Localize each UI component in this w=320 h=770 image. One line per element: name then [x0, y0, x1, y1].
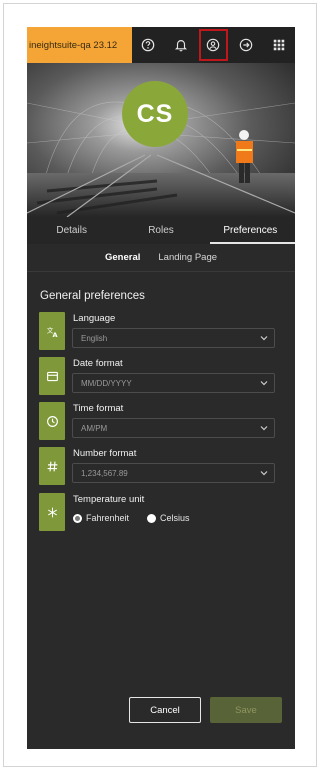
celsius-label[interactable]: Celsius — [160, 513, 190, 523]
user-profile-icon[interactable] — [197, 27, 230, 63]
chevron-down-icon — [260, 336, 268, 341]
chevron-down-icon — [260, 426, 268, 431]
save-button[interactable]: Save — [210, 697, 282, 723]
top-bar: ineightsuite-qa 23.12 — [27, 27, 295, 63]
cancel-button[interactable]: Cancel — [129, 697, 201, 723]
language-value: English — [81, 334, 108, 343]
help-icon[interactable] — [132, 27, 165, 63]
chevron-down-icon — [260, 381, 268, 386]
language-select[interactable]: English — [72, 328, 275, 348]
number-format-select[interactable]: 1,234,567.89 — [72, 463, 275, 483]
chevron-down-icon — [260, 471, 268, 476]
time-format-preference: Time format AM/PM — [39, 402, 285, 442]
number-format-preference: Number format 1,234,567.89 — [39, 447, 285, 487]
date-format-preference: Date format MM/DD/YYYY — [39, 357, 285, 397]
profile-banner-image: CS — [27, 63, 295, 217]
celsius-radio[interactable] — [147, 513, 157, 523]
date-format-label: Date format — [73, 358, 123, 369]
number-format-value: 1,234,567.89 — [81, 469, 128, 478]
preference-subtabs: General Landing Page — [27, 244, 295, 272]
logout-icon[interactable] — [230, 27, 263, 63]
apps-grid-icon[interactable] — [262, 27, 295, 63]
tab-roles[interactable]: Roles — [116, 217, 205, 244]
fahrenheit-label[interactable]: Fahrenheit — [86, 513, 129, 523]
snowflake-icon — [39, 493, 65, 531]
language-preference: 文A Language English — [39, 312, 285, 352]
translate-icon: 文A — [39, 312, 65, 350]
bell-icon[interactable] — [165, 27, 198, 63]
user-avatar: CS — [122, 81, 188, 147]
temperature-label: Temperature unit — [73, 494, 145, 505]
tab-preferences[interactable]: Preferences — [206, 217, 295, 244]
language-label: Language — [73, 313, 116, 324]
time-format-label: Time format — [73, 403, 124, 414]
calendar-icon — [39, 357, 65, 395]
user-profile-panel: ineightsuite-qa 23.12 CS Details Roles P… — [27, 27, 295, 749]
temperature-preference: Temperature unit Fahrenheit Celsius — [39, 493, 285, 533]
tab-details[interactable]: Details — [27, 217, 116, 244]
temperature-options: Fahrenheit Celsius — [73, 513, 190, 523]
date-format-value: MM/DD/YYYY — [81, 379, 132, 388]
hash-icon — [39, 447, 65, 485]
number-format-label: Number format — [73, 448, 137, 459]
app-name-badge[interactable]: ineightsuite-qa 23.12 — [27, 27, 132, 63]
time-format-select[interactable]: AM/PM — [72, 418, 275, 438]
section-title: General preferences — [40, 290, 145, 302]
subtab-general[interactable]: General — [105, 252, 140, 263]
fahrenheit-radio[interactable] — [73, 513, 82, 523]
subtab-landing-page[interactable]: Landing Page — [158, 252, 217, 263]
profile-tabs: Details Roles Preferences — [27, 217, 295, 244]
svg-text:A: A — [52, 331, 57, 338]
clock-icon — [39, 402, 65, 440]
time-format-value: AM/PM — [81, 424, 108, 433]
date-format-select[interactable]: MM/DD/YYYY — [72, 373, 275, 393]
